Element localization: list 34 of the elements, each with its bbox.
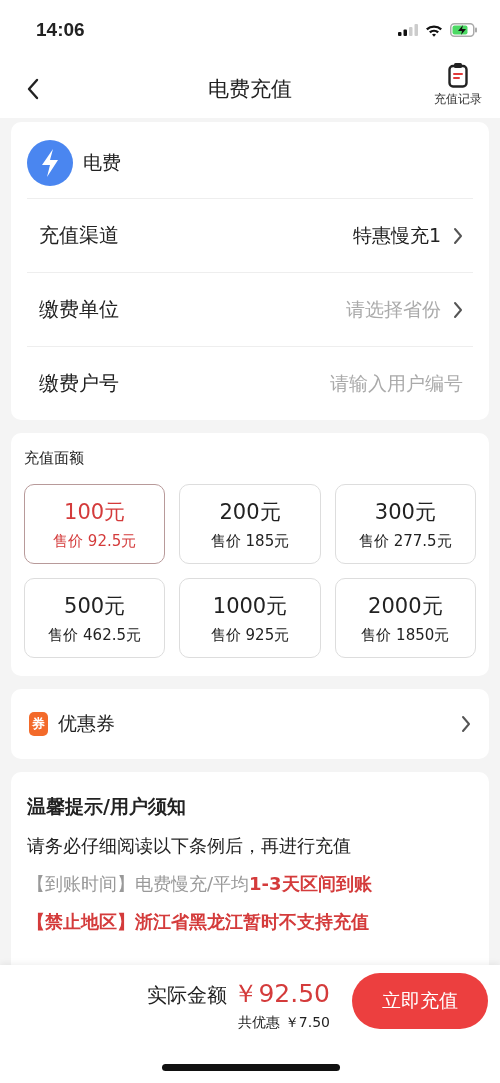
amount-option[interactable]: 500元 售价 462.5元 xyxy=(24,578,166,658)
battery-charging-icon xyxy=(450,23,478,37)
total-label: 实际金额 xyxy=(147,982,228,1009)
discount-text: 共优惠 ￥7.50 xyxy=(238,1014,330,1032)
notice-item: 【禁止地区】浙江省黑龙江暂时不支持充值 xyxy=(27,910,370,934)
clipboard-icon xyxy=(448,62,468,88)
amount-option[interactable]: 100元 售价 92.5元 xyxy=(24,484,166,564)
page-title: 电费充值 xyxy=(208,76,292,103)
signal-icon xyxy=(398,24,418,36)
field-label: 缴费单位 xyxy=(39,296,119,323)
field-label: 缴费户号 xyxy=(39,370,119,397)
records-button[interactable]: 充值记录 xyxy=(434,62,482,108)
chevron-right-icon[interactable] xyxy=(453,226,463,245)
section-title: 电费 xyxy=(83,150,121,175)
wifi-icon xyxy=(425,23,443,37)
amount-option[interactable]: 1000元 售价 925元 xyxy=(179,578,321,658)
back-icon[interactable] xyxy=(26,78,40,100)
status-time: 14:06 xyxy=(36,19,85,41)
notice-text: 请务必仔细阅读以下条例后，再进行充值 xyxy=(27,834,352,858)
amount-option[interactable]: 2000元 售价 1850元 xyxy=(334,578,476,658)
notice-item: 【到账时间】电费慢充/平均1-3天区间到账 xyxy=(27,872,373,896)
chevron-right-icon[interactable] xyxy=(453,300,463,319)
field-label: 充值渠道 xyxy=(39,222,119,249)
select-field[interactable]: 特惠慢充1 xyxy=(352,222,441,249)
chevron-right-icon[interactable] xyxy=(461,715,471,733)
coupon-badge: 券 xyxy=(29,712,48,736)
total-amount: ￥92.50 xyxy=(233,978,330,1010)
amount-option[interactable]: 300元 售价 277.5元 xyxy=(334,484,476,564)
section-label: 充值面额 xyxy=(24,449,85,468)
recharge-button[interactable]: 立即充值 xyxy=(352,973,488,1029)
coupon-label[interactable]: 优惠券 xyxy=(58,711,115,737)
amount-option[interactable]: 200元 售价 185元 xyxy=(179,484,321,564)
lightning-icon xyxy=(27,140,73,186)
notice-title: 温馨提示/用户须知 xyxy=(27,794,187,819)
